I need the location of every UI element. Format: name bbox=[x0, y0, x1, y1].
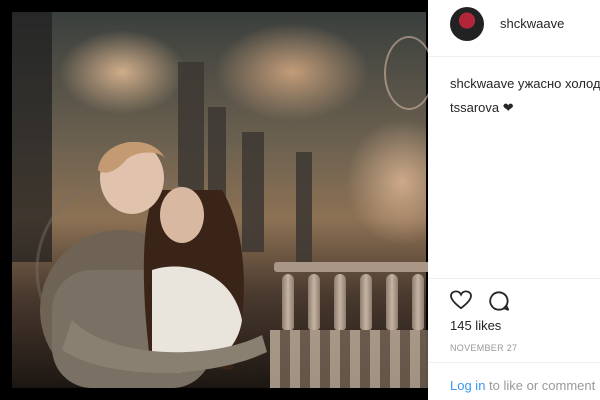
footer-divider bbox=[428, 362, 600, 363]
baluster bbox=[386, 274, 398, 330]
likes-count[interactable]: 145 likes bbox=[450, 318, 501, 333]
balcony-rail bbox=[274, 262, 428, 272]
baluster bbox=[360, 274, 372, 330]
balcony-floor bbox=[270, 330, 428, 388]
baluster bbox=[412, 274, 424, 330]
comment-bubble-icon[interactable] bbox=[488, 290, 512, 312]
actions-divider bbox=[428, 278, 600, 279]
caption-username[interactable]: shckwaave bbox=[450, 76, 514, 91]
post-photo-area bbox=[0, 0, 428, 400]
post-caption: shckwaave ужасно холод tssarova ❤ bbox=[450, 72, 600, 120]
header-divider bbox=[428, 56, 600, 57]
couple-figure bbox=[35, 141, 267, 388]
avatar[interactable] bbox=[450, 7, 484, 41]
post-sidebar: shckwaave shckwaave ужасно холод tssarov… bbox=[428, 0, 600, 400]
city-tower bbox=[296, 152, 312, 262]
caption-text: ужасно холод bbox=[514, 76, 600, 91]
login-prompt: Log in to like or comment bbox=[450, 378, 595, 393]
heart-emoji-icon: ❤ bbox=[499, 100, 514, 115]
caption-mention[interactable]: tssarova bbox=[450, 100, 499, 115]
baluster bbox=[334, 274, 346, 330]
planet-ring bbox=[384, 36, 428, 110]
post-photo[interactable] bbox=[12, 12, 428, 388]
heart-outline-icon[interactable] bbox=[450, 290, 474, 312]
post-date: NOVEMBER 27 bbox=[450, 343, 518, 353]
baluster bbox=[308, 274, 320, 330]
username-link[interactable]: shckwaave bbox=[500, 16, 564, 31]
login-link[interactable]: Log in bbox=[450, 378, 485, 393]
baluster bbox=[282, 274, 294, 330]
login-prompt-text: to like or comment bbox=[485, 378, 596, 393]
post-header: shckwaave bbox=[428, 0, 600, 48]
